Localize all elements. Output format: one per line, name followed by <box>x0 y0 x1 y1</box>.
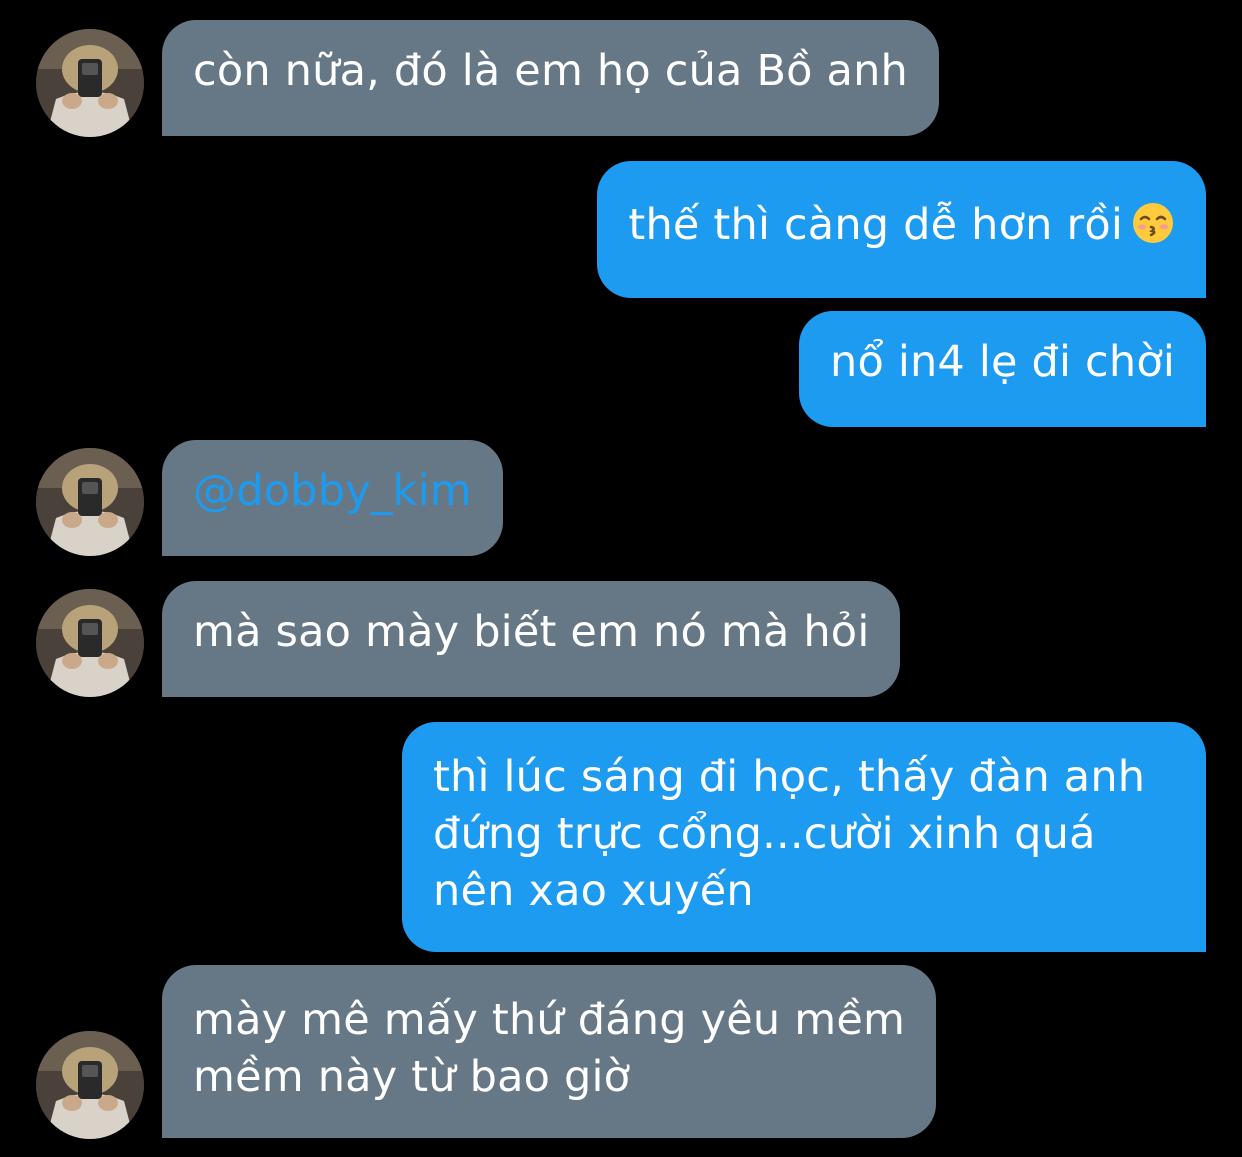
message-text: còn nữa, đó là em họ của Bồ anh <box>193 46 908 96</box>
message-bubble-outgoing[interactable]: thế thì càng dễ hơn rồi <box>597 161 1206 298</box>
message-text-line: đứng trực cổng...cười xinh quá <box>433 809 1096 859</box>
avatar-photo <box>36 1031 144 1139</box>
message-text: nổ in4 lẹ đi chời <box>830 337 1175 387</box>
mention-link[interactable]: @dobby_kim <box>193 463 472 520</box>
message-text-line: mềm này từ bao giờ <box>193 1052 631 1102</box>
message-bubble-incoming[interactable]: @dobby_kim <box>162 440 503 556</box>
message-text-line: thì lúc sáng đi học, thấy đàn anh <box>433 752 1146 802</box>
message-bubble-outgoing[interactable]: nổ in4 lẹ đi chời <box>799 311 1206 427</box>
avatar-photo <box>36 589 144 697</box>
avatar-photo <box>36 448 144 556</box>
message-bubble-incoming[interactable]: mày mê mấy thứ đáng yêu mềm mềm này từ b… <box>162 965 937 1138</box>
message-text-line: nên xao xuyến <box>433 866 754 916</box>
message-text: mà sao mày biết em nó mà hỏi <box>193 607 870 657</box>
message-bubble-outgoing[interactable]: thì lúc sáng đi học, thấy đàn anh đứng t… <box>402 722 1206 952</box>
sender-avatar[interactable] <box>36 29 144 137</box>
sender-avatar[interactable] <box>36 589 144 697</box>
avatar-photo <box>36 29 144 137</box>
message-text: thế thì càng dễ hơn rồi <box>628 200 1123 250</box>
message-text-line: mày mê mấy thứ đáng yêu mềm <box>193 995 906 1045</box>
sender-avatar[interactable] <box>36 1031 144 1139</box>
sender-avatar[interactable] <box>36 448 144 556</box>
message-bubble-incoming[interactable]: còn nữa, đó là em họ của Bồ anh <box>162 20 939 136</box>
message-bubble-incoming[interactable]: mà sao mày biết em nó mà hỏi <box>162 581 901 697</box>
kissing-face-emoji-icon <box>1133 203 1173 243</box>
